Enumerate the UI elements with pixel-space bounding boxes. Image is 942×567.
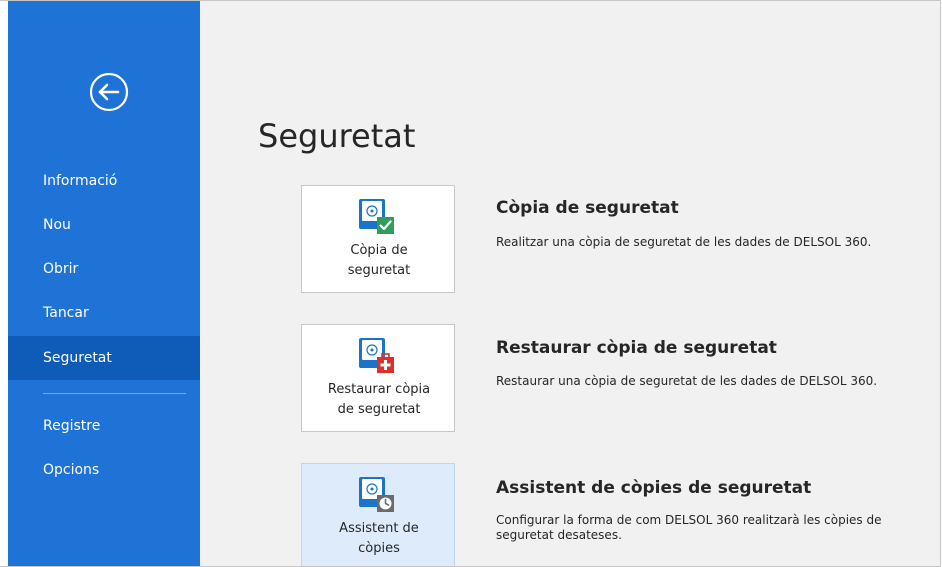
backup-wizard-tile-button[interactable]: Assistent de còpies (301, 463, 455, 566)
restore-description: Restaurar una còpia de seguretat de les … (496, 374, 878, 388)
backup-wizard-tile-label: Assistent de còpies (339, 521, 419, 556)
sidebar-item-obrir[interactable]: Obrir (8, 247, 200, 291)
back-arrow-circle-icon (89, 72, 129, 112)
backup-tile-button[interactable]: Còpia de seguretat (301, 185, 455, 293)
backstage-window: Informació Nou Obrir Tancar Seguretat Re… (0, 0, 941, 567)
backstage-sidebar: Informació Nou Obrir Tancar Seguretat Re… (8, 1, 200, 566)
backup-title: Còpia de seguretat (496, 198, 679, 218)
window-left-edge (0, 1, 8, 566)
page-title: Seguretat (258, 117, 416, 155)
sidebar-item-opcions[interactable]: Opcions (8, 448, 200, 492)
sidebar-item-informacio[interactable]: Informació (8, 159, 200, 203)
back-button[interactable] (88, 71, 130, 113)
backup-wizard-title: Assistent de còpies de seguretat (496, 478, 812, 498)
restore-tile-button[interactable]: Restaurar còpia de seguretat (301, 324, 455, 432)
sidebar-item-seguretat[interactable]: Seguretat (8, 336, 200, 380)
sidebar-item-nou[interactable]: Nou (8, 203, 200, 247)
backup-disk-check-icon (357, 197, 397, 237)
backup-tile-label: Còpia de seguretat (347, 243, 411, 278)
restore-tile-label: Restaurar còpia de seguretat (327, 382, 431, 417)
backup-wizard-description: Configurar la forma de com DELSOL 360 re… (496, 513, 882, 542)
backup-wizard-clock-icon (357, 475, 397, 515)
sidebar-item-registre[interactable]: Registre (8, 404, 200, 448)
sidebar-divider (43, 393, 186, 394)
restore-disk-medkit-icon (357, 336, 397, 376)
backup-description: Realitzar una còpia de seguretat de les … (496, 235, 872, 249)
sidebar-item-tancar[interactable]: Tancar (8, 291, 200, 335)
restore-title: Restaurar còpia de seguretat (496, 338, 777, 358)
